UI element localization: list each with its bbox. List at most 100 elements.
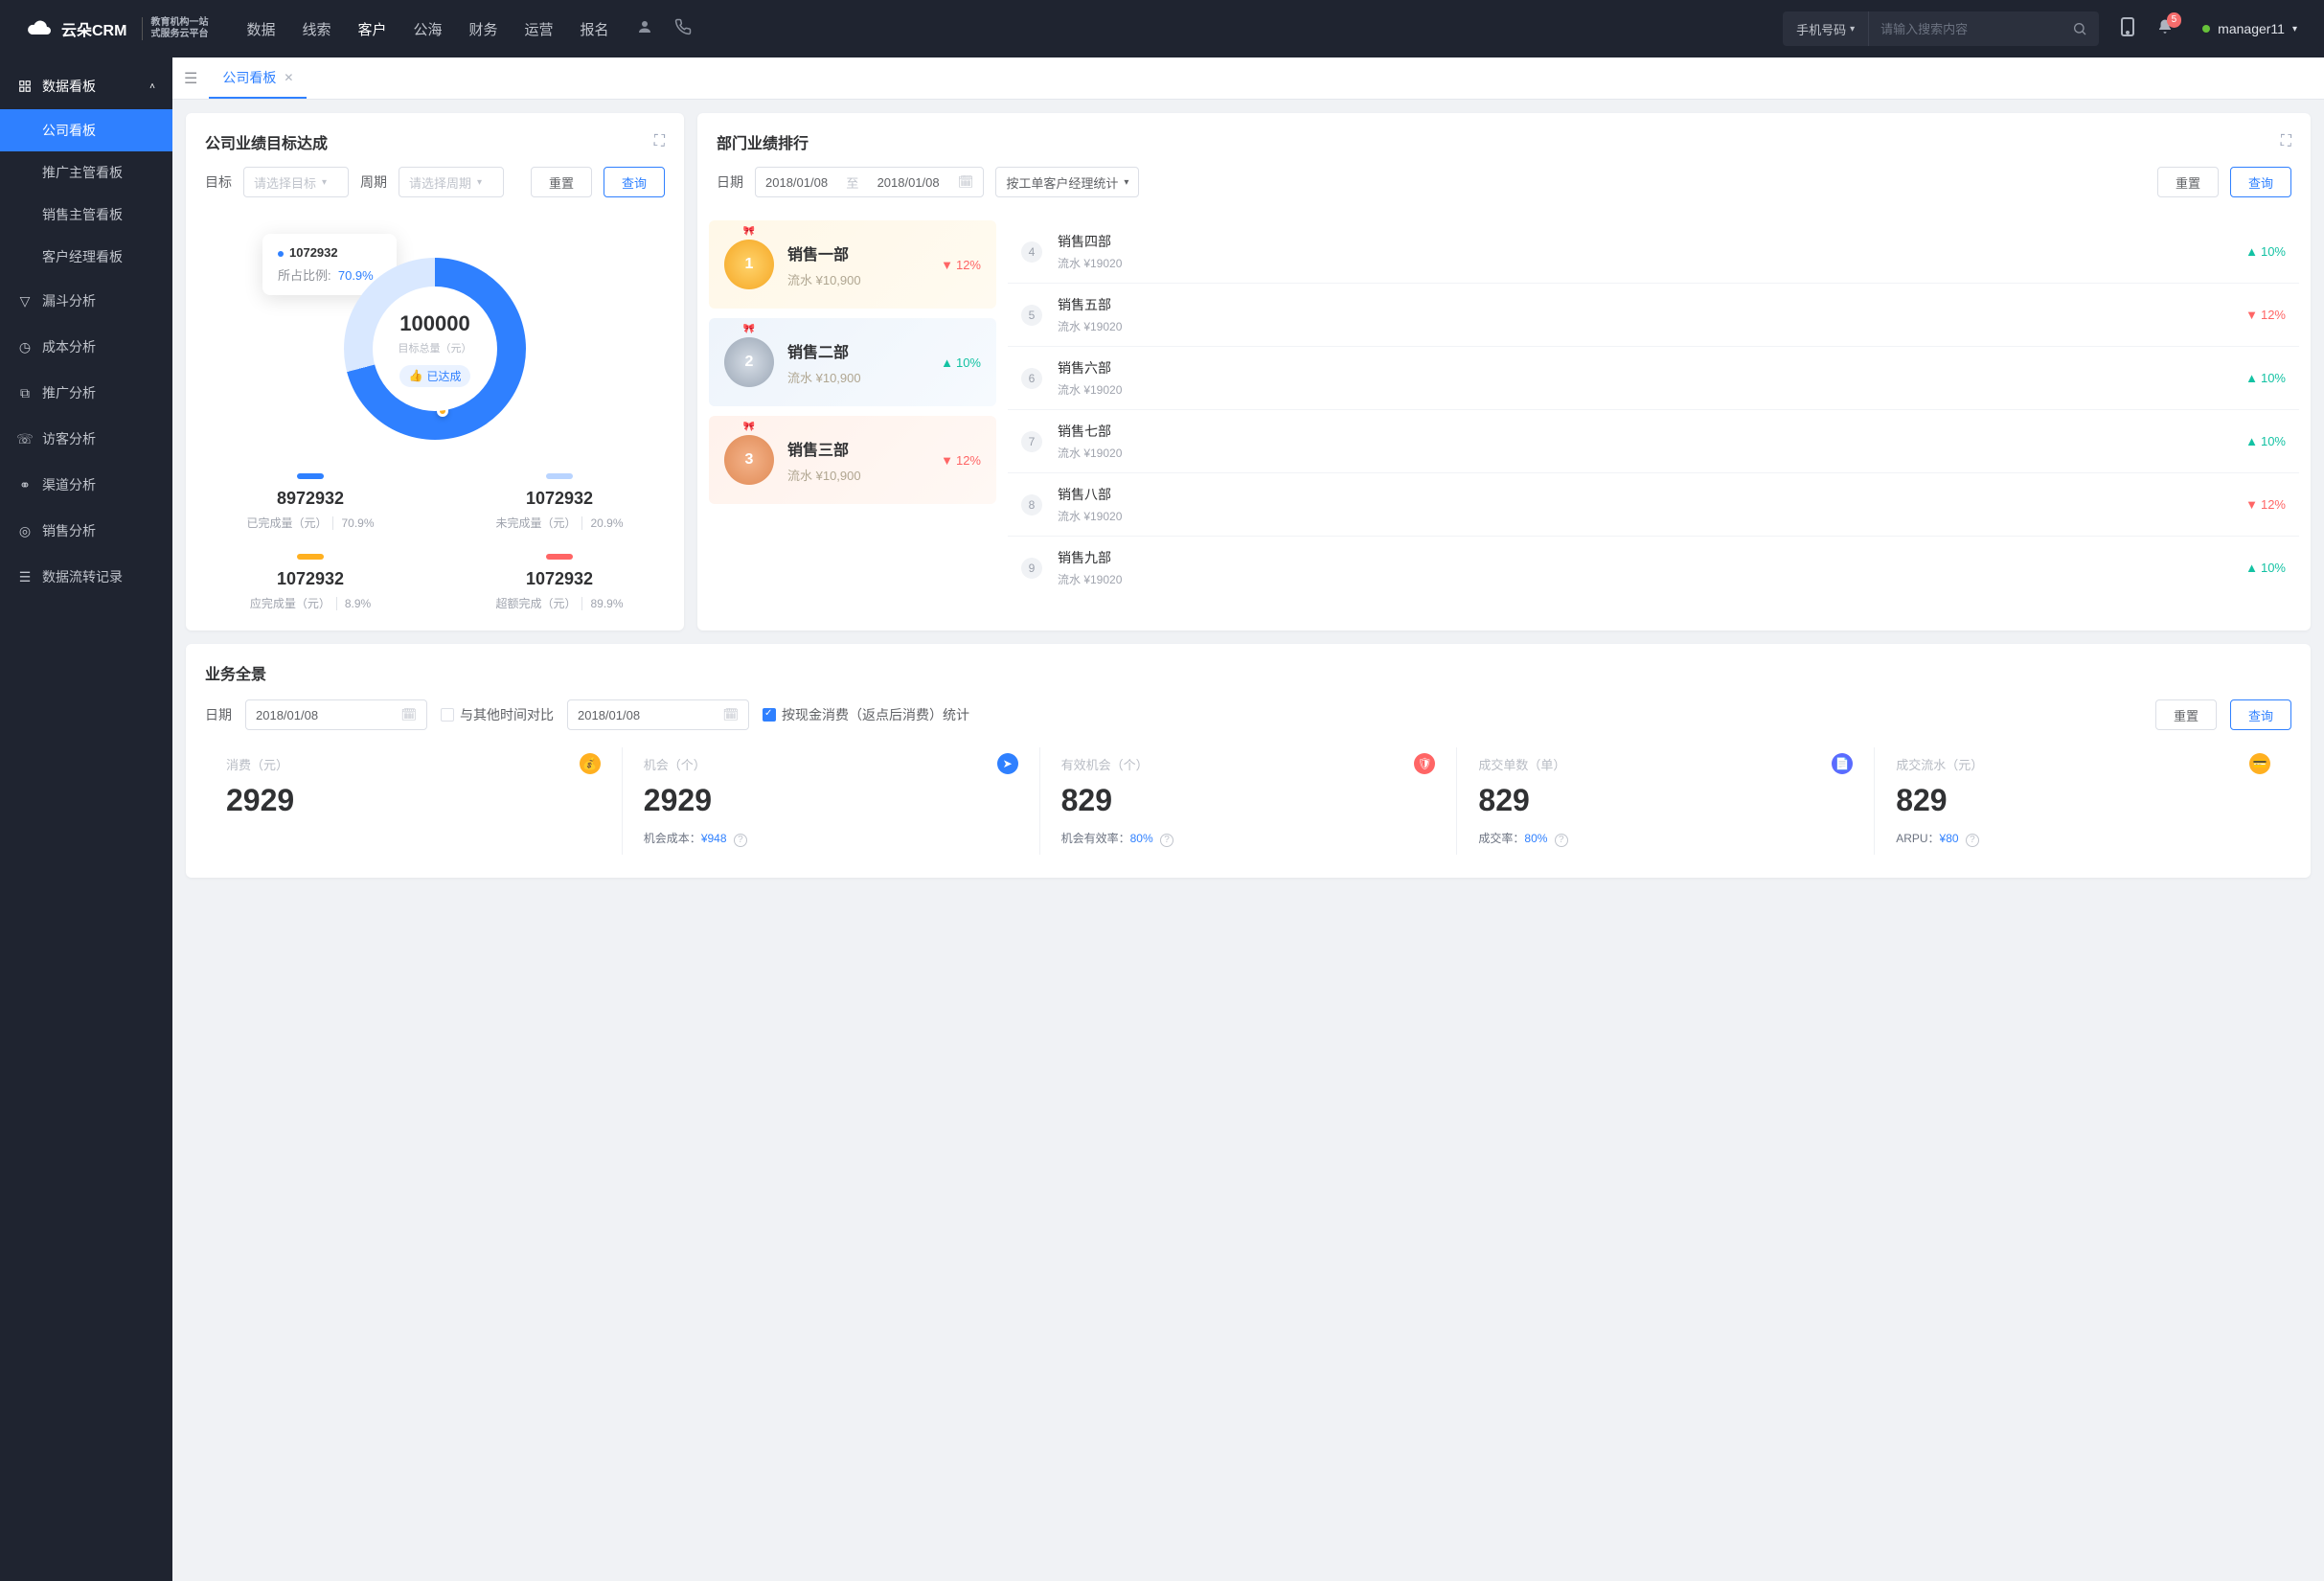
bell-icon[interactable]: 5 bbox=[2156, 18, 2174, 40]
compare-checkbox[interactable]: 与其他时间对比 bbox=[441, 705, 554, 724]
stat-sub: ARPU：¥80 ? bbox=[1896, 830, 2270, 847]
calendar-icon: 🗓 bbox=[722, 707, 739, 722]
biz-date-start[interactable]: 2018/01/08🗓 bbox=[245, 699, 427, 730]
menu-data[interactable]: 数据 bbox=[246, 19, 275, 39]
device-icon[interactable] bbox=[2120, 17, 2135, 41]
reset-button[interactable]: 重置 bbox=[531, 167, 592, 197]
sidebar-item-acct-mgr[interactable]: 客户经理看板 bbox=[0, 236, 172, 278]
sidebar-item-sales[interactable]: ◎销售分析 bbox=[0, 508, 172, 554]
stat-value: 829 bbox=[1061, 783, 1436, 818]
rank-rate: ▲10% bbox=[2245, 434, 2286, 448]
sidebar-item-promo[interactable]: ⧉推广分析 bbox=[0, 370, 172, 416]
help-icon[interactable]: ? bbox=[1555, 834, 1568, 847]
tab-company-board[interactable]: 公司看板 ✕ bbox=[209, 57, 307, 99]
sidebar-item-company[interactable]: 公司看板 bbox=[0, 109, 172, 151]
phone-icon[interactable] bbox=[674, 18, 692, 40]
user-name: manager11 bbox=[2218, 21, 2285, 36]
legend-completed: 8972932已完成量（元）70.9% bbox=[186, 473, 435, 531]
bronze-medal-icon: 🎀3 bbox=[724, 435, 774, 485]
menu-leads[interactable]: 线索 bbox=[302, 19, 330, 39]
target-select[interactable]: 请选择目标▾ bbox=[243, 167, 349, 197]
reset-button[interactable]: 重置 bbox=[2157, 167, 2219, 197]
stat-title: 有效机会（个） bbox=[1061, 755, 1436, 773]
sidebar-item-flow[interactable]: ☰数据流转记录 bbox=[0, 554, 172, 600]
query-button[interactable]: 查询 bbox=[2230, 699, 2291, 730]
rank-name: 销售九部 bbox=[1058, 548, 1122, 567]
stat-title: 消费（元） bbox=[226, 755, 601, 773]
chart-icon: ⧉ bbox=[17, 385, 33, 401]
rate-down: ▼12% bbox=[941, 258, 981, 272]
rank-number: 8 bbox=[1021, 494, 1042, 516]
statby-select[interactable]: 按工单客户经理统计▾ bbox=[995, 167, 1139, 197]
stat-icon: ➤ bbox=[997, 753, 1018, 774]
stat-item: 💰 消费（元） 2929 bbox=[205, 747, 623, 855]
query-button[interactable]: 查询 bbox=[2230, 167, 2291, 197]
logo[interactable]: 云朵CRM 教育机构一站式服务云平台 bbox=[27, 17, 208, 40]
sidebar-item-sales-mgr[interactable]: 销售主管看板 bbox=[0, 194, 172, 236]
reset-button[interactable]: 重置 bbox=[2155, 699, 2217, 730]
stat-value: 829 bbox=[1896, 783, 2270, 818]
arrow-down-icon: ▼ bbox=[2245, 308, 2258, 322]
sidebar-item-promo-mgr[interactable]: 推广主管看板 bbox=[0, 151, 172, 194]
arrow-up-icon: ▲ bbox=[2245, 434, 2258, 448]
notif-badge: 5 bbox=[2167, 12, 2182, 28]
sidebar-group-label: 数据看板 bbox=[42, 77, 96, 96]
sidebar-item-cost[interactable]: ◷成本分析 bbox=[0, 324, 172, 370]
sidebar-group-dashboard[interactable]: 数据看板 ˄ bbox=[0, 63, 172, 109]
arrow-up-icon: ▲ bbox=[2245, 244, 2258, 259]
rank-name: 销售四部 bbox=[1058, 232, 1122, 251]
rank-name: 销售六部 bbox=[1058, 358, 1122, 378]
close-icon[interactable]: ✕ bbox=[284, 71, 293, 84]
help-icon[interactable]: ? bbox=[1160, 834, 1173, 847]
rank-amount: 流水 ¥19020 bbox=[1058, 571, 1122, 587]
sidebar-item-channel[interactable]: ⚭渠道分析 bbox=[0, 462, 172, 508]
expand-icon[interactable]: ⛶ bbox=[654, 133, 665, 150]
stat-title: 成交流水（元） bbox=[1896, 755, 2270, 773]
menu-enroll[interactable]: 报名 bbox=[581, 19, 609, 39]
cash-consume-checkbox[interactable]: 按现金消费（返点后消费）统计 bbox=[763, 705, 969, 724]
user-icon[interactable] bbox=[636, 18, 653, 40]
period-select[interactable]: 请选择周期▾ bbox=[399, 167, 504, 197]
date-range-picker[interactable]: 2018/01/08 至 2018/01/08 🗓 bbox=[755, 167, 984, 197]
rank-number: 5 bbox=[1021, 305, 1042, 326]
arrow-down-icon: ▼ bbox=[2245, 497, 2258, 512]
query-button[interactable]: 查询 bbox=[604, 167, 665, 197]
menu-customers[interactable]: 客户 bbox=[357, 19, 386, 39]
stat-item: 📄 成交单数（单） 829成交率：80% ? bbox=[1457, 747, 1875, 855]
menu-finance[interactable]: 财务 bbox=[469, 19, 498, 39]
legend-incomplete: 1072932未完成量（元）20.9% bbox=[435, 473, 684, 531]
biz-date-end[interactable]: 2018/01/08🗓 bbox=[567, 699, 749, 730]
rank-row: 8 销售八部流水 ¥19020 ▼12% bbox=[1008, 473, 2299, 537]
filter-icon: ▽ bbox=[17, 293, 33, 309]
sidebar-item-visitor[interactable]: ☏访客分析 bbox=[0, 416, 172, 462]
menu-ops[interactable]: 运营 bbox=[525, 19, 554, 39]
rank-amount: 流水 ¥19020 bbox=[1058, 445, 1122, 461]
rank-amount: 流水 ¥19020 bbox=[1058, 508, 1122, 524]
tab-bar: ☰ 公司看板 ✕ bbox=[172, 57, 2324, 100]
logo-text: 云朵CRM bbox=[61, 17, 126, 40]
stat-value: 2929 bbox=[644, 783, 1018, 818]
search-button[interactable] bbox=[2061, 21, 2099, 36]
sidebar-item-funnel[interactable]: ▽漏斗分析 bbox=[0, 278, 172, 324]
expand-icon[interactable]: ⛶ bbox=[2281, 133, 2291, 150]
rank-rate: ▲10% bbox=[2245, 371, 2286, 385]
thumb-up-icon: 👍 bbox=[409, 369, 423, 382]
user-menu[interactable]: manager11 ▾ bbox=[2202, 21, 2297, 36]
global-search: 手机号码 ▾ bbox=[1783, 11, 2099, 46]
stat-sub: 成交率：80% ? bbox=[1478, 830, 1853, 847]
help-icon[interactable]: ? bbox=[1966, 834, 1979, 847]
card-goals: 公司业绩目标达成 ⛶ 目标 请选择目标▾ 周期 请选择周期▾ 重置 查询 bbox=[186, 113, 684, 630]
menu-public[interactable]: 公海 bbox=[414, 19, 443, 39]
search-type-select[interactable]: 手机号码 ▾ bbox=[1783, 11, 1869, 46]
biz-filters: 日期 2018/01/08🗓 与其他时间对比 2018/01/08🗓 按现金消费… bbox=[205, 694, 2291, 747]
stat-icon: 💰 bbox=[580, 753, 601, 774]
rank-name: 销售五部 bbox=[1058, 295, 1122, 314]
goal-total-label: 目标总量（元） bbox=[399, 340, 472, 355]
collapse-icon[interactable]: ☰ bbox=[184, 69, 197, 88]
stat-value: 829 bbox=[1478, 783, 1853, 818]
search-input[interactable] bbox=[1880, 22, 2049, 36]
help-icon[interactable]: ? bbox=[734, 834, 747, 847]
legend-exceed: 1072932超额完成（元）89.9% bbox=[435, 554, 684, 611]
rank-row: 5 销售五部流水 ¥19020 ▼12% bbox=[1008, 284, 2299, 347]
arrow-up-icon: ▲ bbox=[941, 355, 953, 370]
